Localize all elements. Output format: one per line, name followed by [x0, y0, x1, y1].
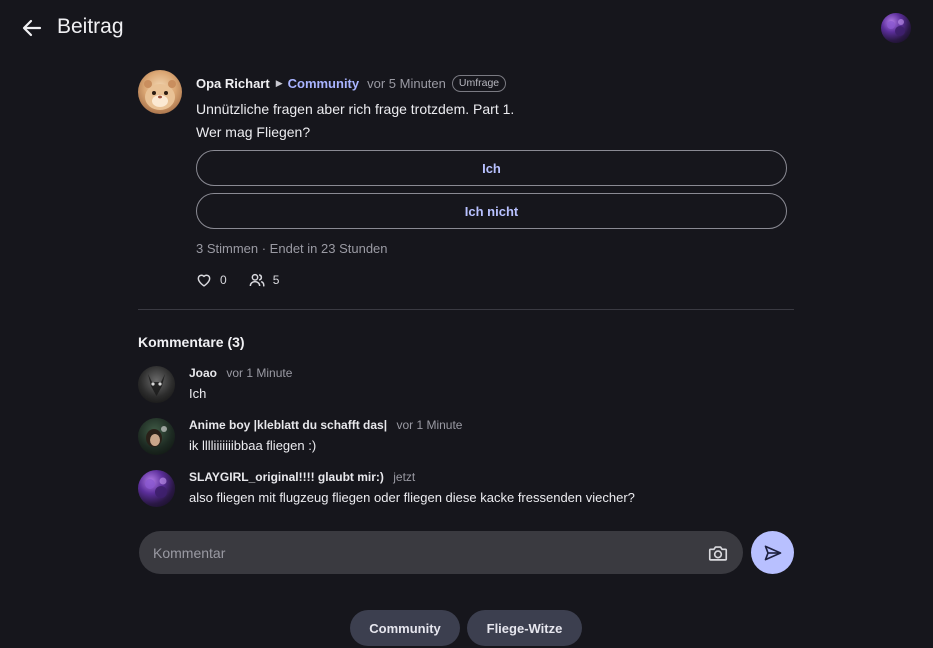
comments-heading: Kommentare (3)	[138, 334, 245, 350]
tag-community[interactable]: Community	[350, 610, 460, 646]
comment-author[interactable]: SLAYGIRL_original!!!! glaubt mir:)	[189, 470, 384, 484]
tag-fliege-witze[interactable]: Fliege-Witze	[467, 610, 582, 646]
divider	[138, 309, 794, 310]
comment-time: vor 1 Minute	[226, 366, 293, 380]
send-button[interactable]	[751, 531, 794, 574]
comment-time: jetzt	[393, 470, 416, 484]
post-time: vor 5 Minuten	[367, 75, 446, 91]
post-meta: Opa Richart ▶ Community vor 5 Minuten Um…	[196, 73, 507, 93]
app-header: Beitrag	[0, 0, 933, 56]
post-question: Wer mag Fliegen?	[196, 124, 311, 140]
heart-icon	[197, 274, 211, 287]
post-actions: 0 5	[196, 272, 279, 287]
camera-icon	[708, 545, 728, 561]
participants-count: 5	[272, 272, 280, 287]
commenter-avatar[interactable]	[138, 470, 175, 507]
comment-text: ik lllliiiiiiibbaa fliegen :)	[189, 438, 317, 453]
comment-author[interactable]: Anime boy |kleblatt du schafft das|	[189, 418, 387, 432]
post-text-line: Unnützliche fragen aber rich frage trotz…	[196, 101, 515, 117]
comment-text: Ich	[189, 386, 207, 401]
arrow-left-icon	[22, 19, 42, 37]
poll-option-ich-nicht[interactable]: Ich nicht	[196, 193, 787, 229]
participants-button[interactable]: 5	[249, 272, 280, 287]
camera-button[interactable]	[707, 542, 729, 564]
comment-input[interactable]	[153, 544, 701, 561]
comment-time: vor 1 Minute	[396, 418, 463, 432]
comment-text: also fliegen mit flugzeug fliegen oder f…	[189, 490, 635, 505]
send-icon	[764, 545, 781, 560]
commenter-avatar[interactable]	[138, 366, 175, 403]
like-button[interactable]: 0	[196, 272, 227, 287]
comment-header: Joao vor 1 Minute	[189, 366, 292, 380]
comment-item: Anime boy |kleblatt du schafft das| vor …	[138, 418, 794, 462]
commenter-avatar[interactable]	[138, 418, 175, 455]
caret-right-icon: ▶	[275, 77, 283, 88]
poll-status: 3 Stimmen · Endet in 23 Stunden	[196, 241, 388, 256]
user-avatar[interactable]	[881, 13, 911, 43]
comment-item: Joao vor 1 Minute Ich	[138, 366, 794, 410]
page-title: Beitrag	[57, 15, 124, 38]
people-icon	[249, 273, 265, 287]
comment-item: SLAYGIRL_original!!!! glaubt mir:) jetzt…	[138, 470, 794, 514]
post-author[interactable]: Opa Richart	[196, 76, 270, 91]
back-button[interactable]	[20, 16, 44, 40]
author-avatar[interactable]	[138, 70, 182, 114]
comment-header: Anime boy |kleblatt du schafft das| vor …	[189, 418, 462, 432]
comment-composer	[139, 531, 743, 574]
comment-header: SLAYGIRL_original!!!! glaubt mir:) jetzt	[189, 470, 415, 484]
community-link[interactable]: Community	[288, 76, 360, 91]
comment-author[interactable]: Joao	[189, 366, 217, 380]
post-body: Unnützliche fragen aber rich frage trotz…	[196, 98, 514, 144]
like-count: 0	[220, 272, 227, 287]
poll-option-ich[interactable]: Ich	[196, 150, 787, 186]
poll-badge: Umfrage	[451, 74, 507, 92]
